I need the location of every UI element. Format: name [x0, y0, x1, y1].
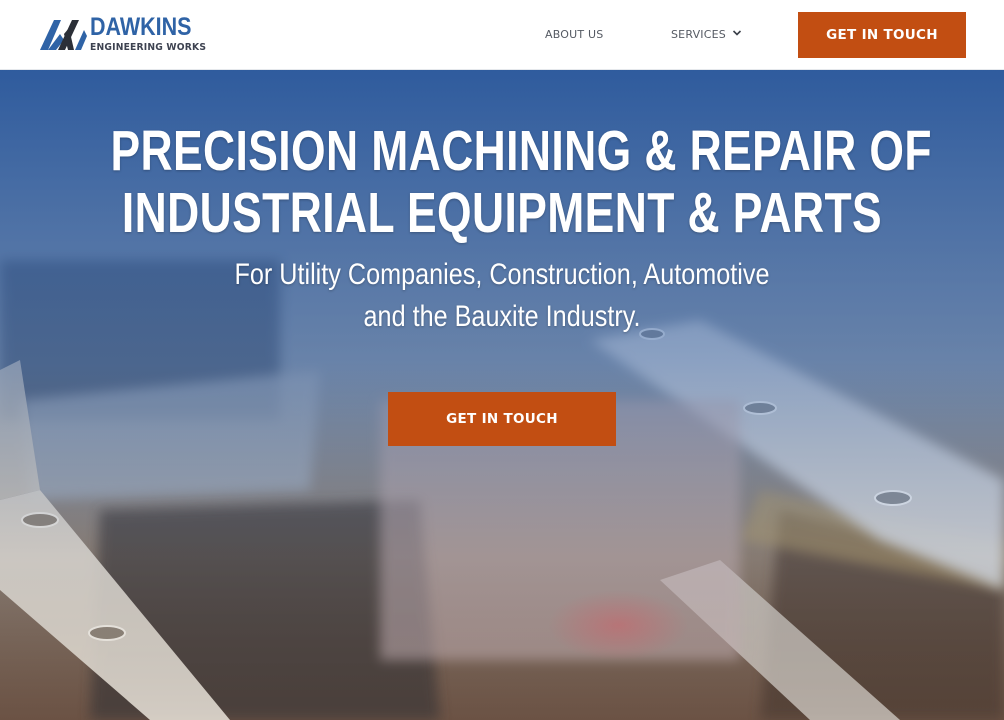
- hero-get-in-touch-button[interactable]: GET IN TOUCH: [388, 392, 616, 446]
- site-logo[interactable]: DAWKINS ENGINEERING WORKS: [38, 13, 208, 59]
- nav-about-us[interactable]: ABOUT US: [545, 28, 603, 41]
- hero-title-line: PRECISION MACHINING & REPAIR OF: [110, 119, 932, 183]
- chevron-down-icon[interactable]: [732, 29, 742, 37]
- hero-subtitle: For Utility Companies, Construction, Aut…: [0, 254, 1004, 338]
- hero-title-line: INDUSTRIAL EQUIPMENT & PARTS: [121, 181, 883, 245]
- hero-subtitle-line: and the Bauxite Industry.: [363, 300, 641, 333]
- nav-services[interactable]: SERVICES: [671, 28, 726, 41]
- header-get-in-touch-button[interactable]: GET IN TOUCH: [798, 12, 966, 58]
- logo-name: DAWKINS: [90, 13, 192, 41]
- hero-subtitle-line: For Utility Companies, Construction, Aut…: [234, 258, 770, 291]
- site-header: DAWKINS ENGINEERING WORKS ABOUT US SERVI…: [0, 0, 1004, 70]
- dn-monogram-logo-icon: [40, 20, 87, 50]
- hero-title: PRECISION MACHINING & REPAIR OF INDUSTRI…: [0, 120, 1004, 244]
- logo-tagline: ENGINEERING WORKS: [90, 42, 207, 53]
